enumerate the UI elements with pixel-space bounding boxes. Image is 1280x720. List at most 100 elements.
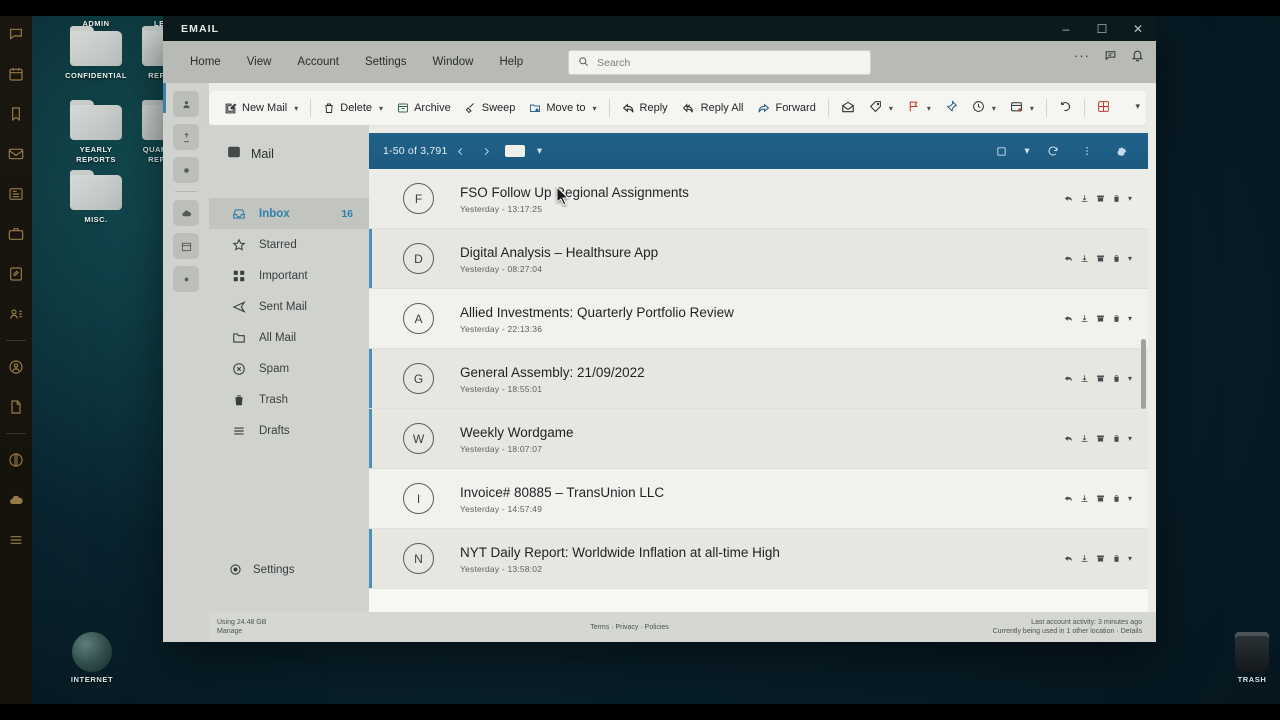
- desktop-folder[interactable]: CONFIDENTIAL: [57, 26, 135, 81]
- chevron-down-icon[interactable]: ▾: [1128, 554, 1132, 563]
- rail-button-cloud[interactable]: [173, 200, 199, 226]
- archive-button[interactable]: Archive: [390, 98, 458, 118]
- table-row[interactable]: W Weekly Wordgame Yesterday - 18:07:07 ▾: [369, 409, 1148, 469]
- sidebar-item-inbox[interactable]: Inbox 16: [209, 198, 369, 229]
- rail-button-add[interactable]: [173, 266, 199, 292]
- menu-item-account[interactable]: Account: [284, 50, 352, 74]
- reply-icon[interactable]: [1064, 494, 1073, 503]
- document-icon[interactable]: [2, 387, 30, 427]
- table-row[interactable]: A Allied Investments: Quarterly Portfoli…: [369, 289, 1148, 349]
- email-app-window[interactable]: EMAIL – ☐ ✕ Home View Account Settings W…: [163, 16, 1156, 642]
- cloud-icon[interactable]: [2, 480, 30, 520]
- calendar-button[interactable]: ▾: [1003, 96, 1041, 120]
- forward-button[interactable]: Forward: [750, 98, 822, 119]
- taskbar-dock[interactable]: [0, 0, 32, 720]
- more-options-icon[interactable]: ···: [1074, 49, 1090, 62]
- chevron-down-icon[interactable]: ▾: [379, 104, 383, 113]
- menu-item-help[interactable]: Help: [486, 50, 536, 74]
- delete-button[interactable]: Delete ▾: [316, 98, 390, 118]
- desktop-shortcut-internet[interactable]: INTERNET: [52, 632, 132, 684]
- new-mail-button[interactable]: New Mail ▾: [217, 98, 305, 119]
- chevron-down-icon[interactable]: ▾: [1030, 104, 1034, 113]
- desktop-folder[interactable]: MISC.: [57, 170, 135, 225]
- close-icon[interactable]: ✕: [1120, 16, 1156, 41]
- delete-icon[interactable]: [1112, 434, 1121, 443]
- email-list-scrollbar[interactable]: [1141, 339, 1146, 409]
- desktop-folder[interactable]: YEARLY REPORTS: [57, 100, 135, 165]
- edit-note-icon[interactable]: [2, 254, 30, 294]
- minimize-icon[interactable]: –: [1048, 16, 1084, 41]
- chevron-down-icon[interactable]: ▾: [1128, 254, 1132, 263]
- reply-icon[interactable]: [1064, 374, 1073, 383]
- sidebar-item-drafts[interactable]: Drafts: [209, 415, 369, 446]
- reply-all-button[interactable]: Reply All: [675, 98, 751, 119]
- left-icon-rail[interactable]: [163, 83, 209, 642]
- window-titlebar[interactable]: EMAIL – ☐ ✕: [163, 16, 1156, 41]
- download-icon[interactable]: [1080, 374, 1089, 383]
- email-list[interactable]: F FSO Follow Up Regional Assignments Yes…: [369, 169, 1148, 612]
- mark-read-button[interactable]: [834, 96, 862, 121]
- reply-icon[interactable]: [1064, 554, 1073, 563]
- chevron-down-icon[interactable]: ▾: [889, 104, 893, 113]
- settings-gear-icon[interactable]: [1108, 138, 1134, 164]
- other-location-text[interactable]: Currently being used in 1 other location…: [993, 627, 1142, 636]
- menu-item-home[interactable]: Home: [177, 50, 234, 74]
- download-icon[interactable]: [1080, 494, 1089, 503]
- mail-sidebar[interactable]: Mail Inbox 16 Starred Important Sent Mai…: [209, 125, 369, 612]
- download-icon[interactable]: [1080, 434, 1089, 443]
- chevron-down-icon[interactable]: ▾: [992, 104, 996, 113]
- table-row[interactable]: N NYT Daily Report: Worldwide Inflation …: [369, 529, 1148, 589]
- table-row[interactable]: I Invoice# 80885 – TransUnion LLC Yester…: [369, 469, 1148, 529]
- notifications-icon[interactable]: [1131, 49, 1144, 62]
- chevron-down-icon[interactable]: ▾: [927, 104, 931, 113]
- chevron-down-icon[interactable]: ▾: [531, 138, 547, 164]
- menubar-right-icons[interactable]: ···: [1074, 49, 1144, 62]
- chevron-down-icon[interactable]: ▾: [294, 104, 298, 113]
- row-actions[interactable]: ▾: [1064, 374, 1148, 383]
- chat-bubble-icon[interactable]: [2, 14, 30, 54]
- archive-icon[interactable]: [1096, 254, 1105, 263]
- rail-button-profile[interactable]: [173, 91, 199, 117]
- chevron-right-icon[interactable]: [473, 138, 499, 164]
- delete-icon[interactable]: [1112, 374, 1121, 383]
- sidebar-item-spam[interactable]: Spam: [209, 353, 369, 384]
- move-to-button[interactable]: Move to ▾: [522, 98, 603, 118]
- snooze-button[interactable]: ▾: [965, 96, 1003, 120]
- search-input[interactable]: Search: [568, 50, 871, 75]
- list-icon[interactable]: [2, 520, 30, 560]
- feedback-icon[interactable]: [1104, 49, 1117, 62]
- sidebar-item-important[interactable]: Important: [209, 260, 369, 291]
- mail-icon[interactable]: [2, 134, 30, 174]
- manage-storage-link[interactable]: Manage: [217, 627, 266, 636]
- mail-folder-list[interactable]: Inbox 16 Starred Important Sent Mail All…: [209, 198, 369, 446]
- delete-icon[interactable]: [1112, 254, 1121, 263]
- legal-links[interactable]: Terms · Privacy · Policies: [266, 624, 992, 631]
- menu-item-settings[interactable]: Settings: [352, 50, 420, 74]
- news-icon[interactable]: [2, 174, 30, 214]
- archive-icon[interactable]: [1096, 374, 1105, 383]
- mail-list-header[interactable]: 1-50 of 3,791 ▾ ▾: [369, 133, 1148, 169]
- briefcase-icon[interactable]: [2, 214, 30, 254]
- archive-icon[interactable]: [1096, 194, 1105, 203]
- reply-icon[interactable]: [1064, 434, 1073, 443]
- row-actions[interactable]: ▾: [1064, 494, 1148, 503]
- contacts-icon[interactable]: [2, 294, 30, 334]
- sidebar-item-sent-mail[interactable]: Sent Mail: [209, 291, 369, 322]
- delete-icon[interactable]: [1112, 554, 1121, 563]
- download-icon[interactable]: [1080, 314, 1089, 323]
- pin-button[interactable]: [938, 96, 965, 120]
- archive-icon[interactable]: [1096, 494, 1105, 503]
- refresh-icon[interactable]: [1040, 138, 1066, 164]
- chevron-down-icon[interactable]: ▾: [1022, 138, 1032, 164]
- delete-icon[interactable]: [1112, 494, 1121, 503]
- table-row[interactable]: F FSO Follow Up Regional Assignments Yes…: [369, 169, 1148, 229]
- row-actions[interactable]: ▾: [1064, 194, 1148, 203]
- reply-icon[interactable]: [1064, 314, 1073, 323]
- tag-button[interactable]: ▾: [862, 96, 900, 120]
- maximize-icon[interactable]: ☐: [1084, 16, 1120, 41]
- reply-button[interactable]: Reply: [615, 98, 675, 119]
- chevron-down-icon[interactable]: ▾: [593, 104, 597, 113]
- sweep-button[interactable]: Sweep: [458, 98, 523, 118]
- reply-icon[interactable]: [1064, 254, 1073, 263]
- menu-item-window[interactable]: Window: [420, 50, 487, 74]
